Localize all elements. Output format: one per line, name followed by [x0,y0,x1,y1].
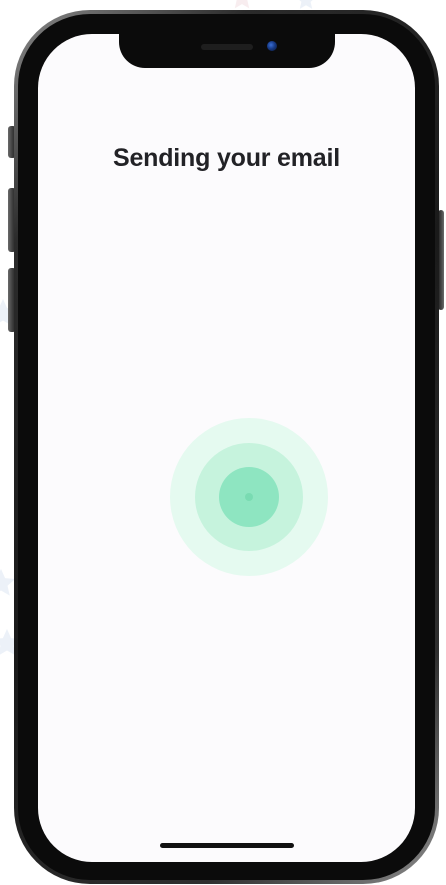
phone-bezel: Sending your email [18,14,435,880]
page-title: Sending your email [112,144,340,172]
sending-pulse-core [245,493,253,501]
phone-screen: Sending your email [38,34,415,862]
home-indicator[interactable] [159,843,294,848]
camera-icon [266,41,277,51]
mockup-canvas: Sending your email [0,0,446,885]
phone-frame: Sending your email [14,10,439,884]
notch [118,34,335,68]
speaker-grille [200,44,253,50]
